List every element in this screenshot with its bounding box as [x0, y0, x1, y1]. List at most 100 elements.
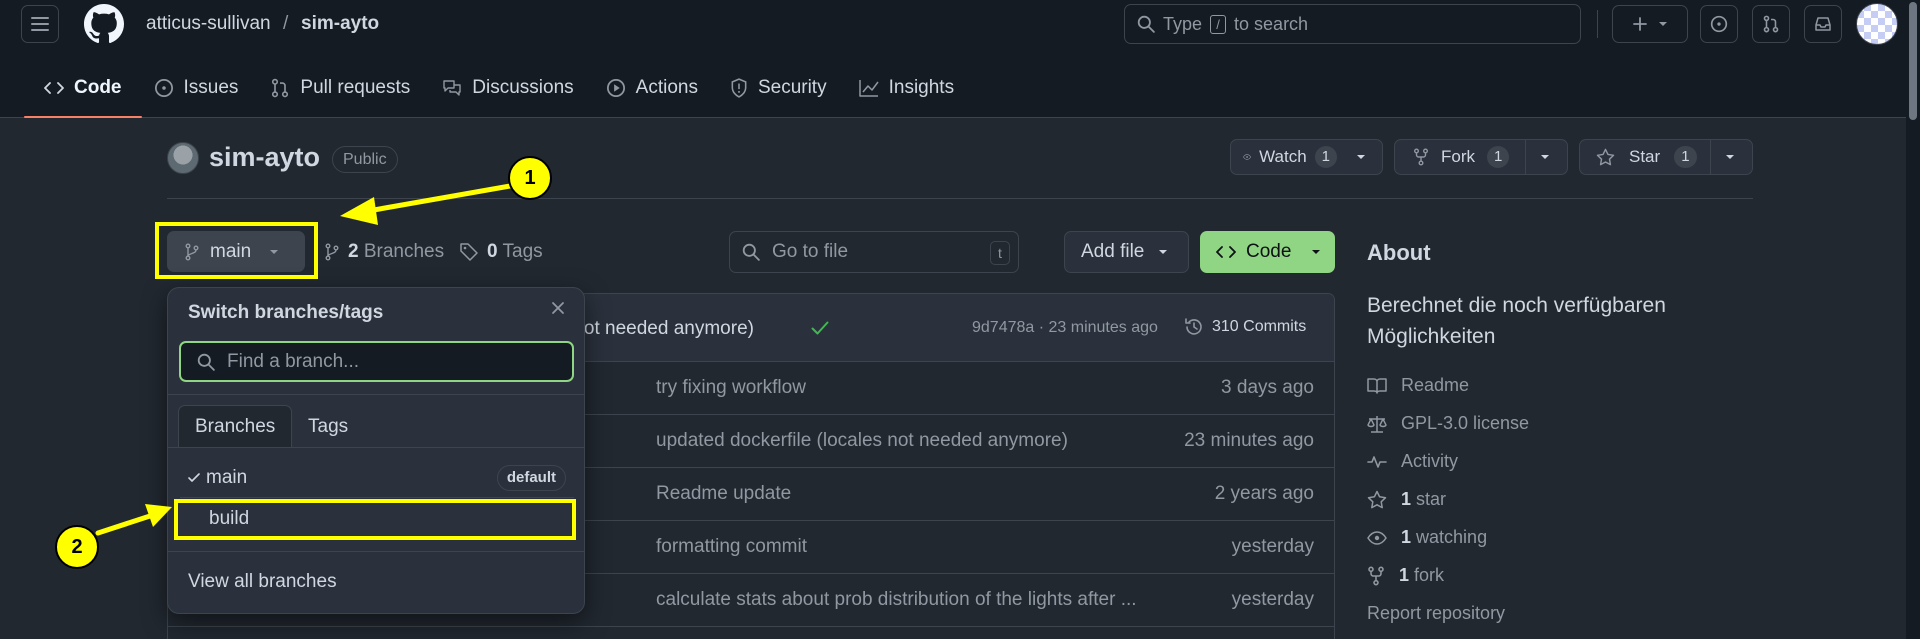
tab-security-label: Security	[757, 77, 827, 98]
readme-link[interactable]: Readme	[1367, 375, 1469, 396]
book-icon	[1367, 377, 1387, 394]
activity-link[interactable]: Activity	[1367, 451, 1458, 472]
watch-button[interactable]: Watch 1	[1230, 139, 1383, 175]
tab-pull-requests[interactable]: Pull requests	[256, 66, 424, 110]
code-button[interactable]: Code	[1200, 231, 1335, 273]
scrollbar-thumb[interactable]	[1909, 2, 1917, 120]
dropdown-divider	[168, 447, 584, 448]
highlight-box-build-branch	[174, 499, 576, 540]
tab-security[interactable]: Security	[716, 66, 841, 110]
page-scrollbar[interactable]	[1906, 0, 1920, 639]
watch-main[interactable]: Watch 1	[1231, 140, 1349, 174]
tab-discussions-label: Discussions	[472, 77, 574, 98]
license-label: GPL-3.0 license	[1401, 413, 1530, 433]
fork-main[interactable]: Fork 1	[1395, 140, 1525, 174]
file-commit-time: 2 years ago	[1214, 483, 1314, 504]
code-button-label: Code	[1246, 241, 1292, 262]
pulse-icon	[1367, 455, 1387, 468]
menu-button[interactable]	[21, 5, 59, 43]
file-commit-message[interactable]: formatting commit	[656, 536, 807, 558]
repo-title[interactable]: sim-ayto	[209, 142, 320, 173]
tab-branches[interactable]: Branches	[178, 405, 293, 448]
find-branch-input[interactable]: Find a branch...	[179, 341, 574, 382]
tab-insights[interactable]: Insights	[845, 66, 968, 110]
watch-label: Watch	[1259, 147, 1307, 166]
close-icon	[552, 302, 564, 314]
star-dropdown[interactable]	[1710, 140, 1749, 174]
commits-link[interactable]: 310 Commits	[1184, 317, 1306, 337]
watchers-link[interactable]: 1 watching	[1367, 527, 1487, 548]
user-avatar[interactable]	[1856, 3, 1898, 45]
view-all-branches-label: View all branches	[188, 571, 337, 592]
git-branch-icon	[325, 243, 339, 261]
breadcrumb-repo[interactable]: sim-ayto	[301, 13, 379, 35]
visibility-badge: Public	[332, 146, 398, 173]
add-file-label: Add file	[1081, 241, 1145, 262]
caret-down-icon	[1659, 22, 1667, 26]
check-icon	[811, 321, 829, 335]
tab-tags[interactable]: Tags	[292, 405, 364, 448]
file-commit-message[interactable]: try fixing workflow	[656, 377, 806, 399]
add-file-button[interactable]: Add file	[1064, 231, 1189, 273]
go-to-file-input[interactable]: Go to file t	[729, 231, 1019, 273]
tab-actions[interactable]: Actions	[592, 66, 712, 110]
breadcrumb-owner[interactable]: atticus-sullivan	[146, 13, 271, 35]
latest-commit-hash-time[interactable]: 9d7478a · 23 minutes ago	[972, 319, 1158, 337]
tags-link[interactable]: 0 Tags	[459, 241, 543, 263]
global-search[interactable]: Type / to search	[1124, 4, 1581, 44]
eye-icon	[1367, 530, 1387, 545]
fork-dropdown[interactable]	[1525, 140, 1564, 174]
forks-link[interactable]: 1 fork	[1367, 565, 1444, 586]
repo-owner-avatar[interactable]	[167, 142, 199, 174]
stars-label: star	[1416, 489, 1447, 509]
file-commit-message[interactable]: calculate stats about prob distribution …	[656, 589, 1137, 611]
fork-button[interactable]: Fork 1	[1394, 139, 1568, 175]
file-commit-time: 23 minutes ago	[1184, 430, 1314, 451]
star-main[interactable]: Star 1	[1580, 140, 1710, 174]
hamburger-icon	[31, 17, 49, 31]
inbox-button[interactable]	[1804, 5, 1842, 43]
dropdown-divider	[180, 497, 574, 498]
search-suffix: to search	[1234, 13, 1309, 34]
repo-nav: Code Issues Pull requests Discussions Ac…	[24, 66, 972, 118]
file-commit-message[interactable]: updated dockerfile (locales not needed a…	[656, 430, 1068, 452]
dropdown-divider	[168, 394, 584, 395]
file-commit-message[interactable]: Readme update	[656, 483, 791, 505]
callout-number-1: 1	[508, 156, 552, 200]
code-icon	[1216, 246, 1236, 258]
tab-code[interactable]: Code	[24, 66, 141, 118]
close-button[interactable]	[550, 300, 566, 316]
issues-button[interactable]	[1700, 5, 1738, 43]
activity-label: Activity	[1401, 451, 1459, 471]
tab-issues-label: Issues	[183, 77, 239, 98]
caret-down-icon	[1312, 250, 1321, 254]
fork-label: Fork	[1441, 147, 1475, 166]
tab-pull-requests-label: Pull requests	[300, 77, 411, 98]
fork-count: 1	[1487, 146, 1510, 168]
caret-down-icon[interactable]	[1356, 154, 1366, 160]
stars-link[interactable]: 1 star	[1367, 489, 1446, 510]
tags-count: 0	[487, 241, 498, 262]
report-repository-link[interactable]: Report repository	[1367, 603, 1505, 624]
pull-requests-button[interactable]	[1752, 5, 1790, 43]
tab-actions-label: Actions	[635, 77, 698, 98]
tab-insights-label: Insights	[888, 77, 955, 98]
forks-label: fork	[1414, 565, 1445, 585]
callout-number-2: 2	[55, 525, 99, 569]
repo-forked-icon	[1414, 148, 1428, 166]
view-all-branches-link[interactable]: View all branches	[168, 564, 584, 600]
star-label: Star	[1629, 147, 1661, 166]
eye-icon	[1243, 154, 1252, 160]
branch-item-main[interactable]: main default	[168, 460, 584, 496]
watch-count: 1	[1314, 146, 1337, 168]
about-description: Berechnet die noch verfügbaren Möglichke…	[1367, 294, 1666, 348]
header-divider	[1597, 10, 1598, 38]
tab-discussions[interactable]: Discussions	[428, 66, 587, 110]
license-link[interactable]: GPL-3.0 license	[1367, 413, 1529, 434]
create-new-button[interactable]	[1612, 5, 1688, 43]
check-icon	[188, 473, 200, 482]
tab-issues[interactable]: Issues	[140, 66, 253, 110]
branches-link[interactable]: 2 Branches	[324, 241, 444, 263]
star-button[interactable]: Star 1	[1579, 139, 1753, 175]
github-logo-icon[interactable]	[84, 4, 124, 44]
